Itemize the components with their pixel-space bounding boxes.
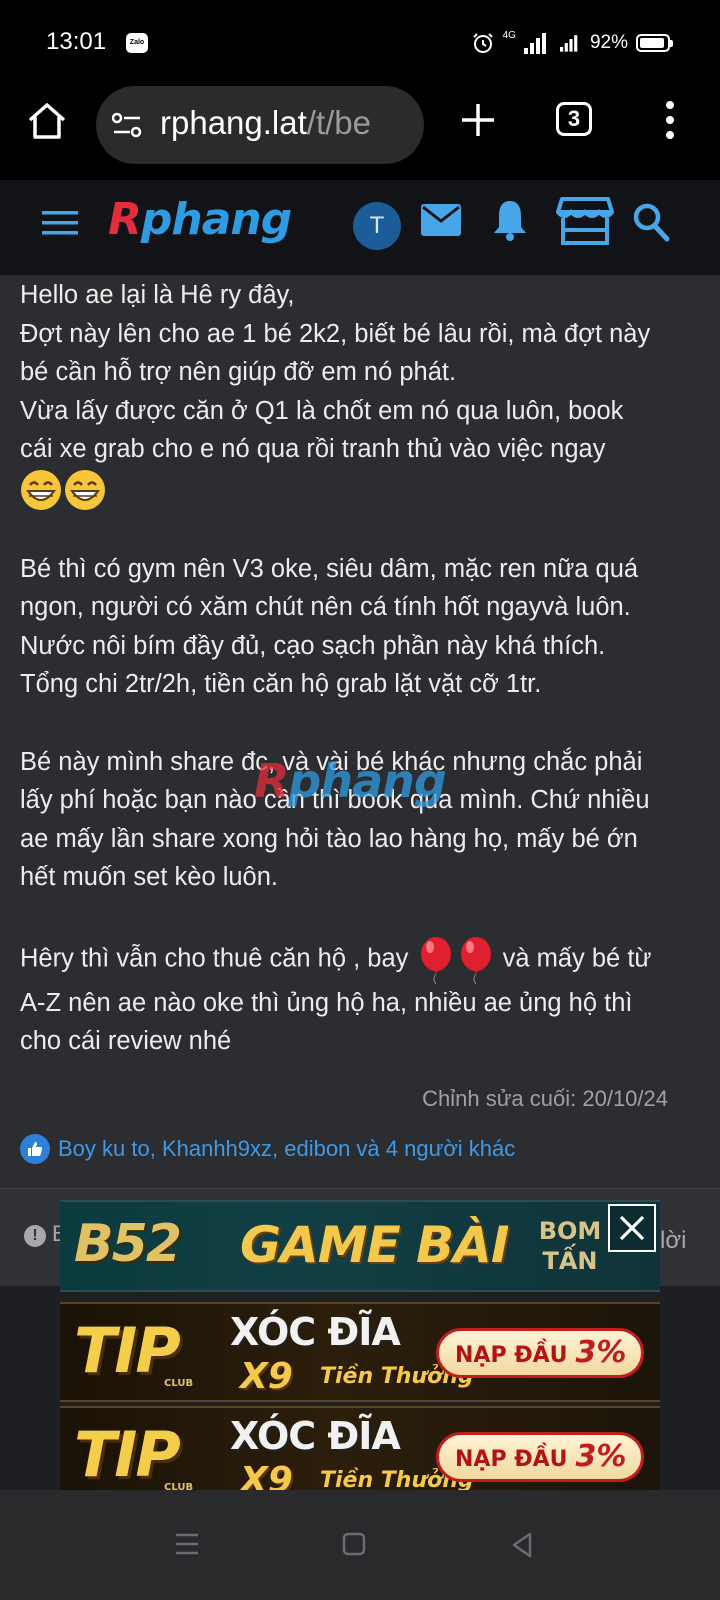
search-icon[interactable] (632, 202, 670, 242)
ad-logo: TIP (74, 1418, 181, 1491)
url-path: /t/be (306, 104, 371, 141)
post-line: bé cần hỗ trợ nên giúp đỡ em nó phát. (20, 358, 457, 386)
battery-percent: 92% (589, 32, 628, 53)
status-indicators: 4G 92% (471, 28, 673, 58)
post-paragraph-2: Bé thì có gym nên V3 oke, siêu dâm, mặc … (20, 550, 708, 704)
status-time: 13:01 (46, 28, 107, 55)
post-line: Vừa lấy được căn ở Q1 là chốt em nó qua … (20, 396, 624, 425)
mail-icon[interactable] (420, 202, 462, 238)
ad-tagline: BOM TẤN (520, 1216, 620, 1276)
watermark-logo: Rphang (254, 754, 447, 808)
close-icon[interactable] (608, 1204, 656, 1252)
post-line-with-emoji: Hêry thì vẫn cho thuê căn hộ , bay và mấ… (20, 936, 708, 984)
ad-title: XÓC ĐĨA (230, 1414, 401, 1458)
recents-icon[interactable] (174, 1532, 200, 1556)
post-text: Hêry thì vẫn cho thuê căn hộ , bay (20, 944, 409, 973)
logo-r: R (108, 194, 142, 245)
reactions-bar[interactable]: Boy ku to, Khanhh9xz, edibon và 4 người … (20, 1134, 515, 1164)
post-line: hết muốn set kèo luôn. (20, 863, 279, 891)
watermark-r: R (254, 754, 289, 808)
logo-rest: phang (140, 194, 292, 245)
balloon-icon (420, 936, 451, 984)
last-edited: Chỉnh sửa cuối: 20/10/24 (422, 1086, 668, 1111)
signal-icon-2 (559, 35, 578, 52)
ad-banner-tip[interactable]: TIP CLUB XÓC ĐĨA X9 Tiền Thưởng NẠP ĐẦU 3… (60, 1302, 660, 1402)
ad-deposit-badge: NẠP ĐẦU 3% (436, 1432, 644, 1482)
grinning-face-icon (65, 469, 105, 510)
grinning-face-icon (21, 469, 61, 510)
post-line: Tổng chi 2tr/2h, tiền căn hộ grab lặt vặ… (20, 670, 542, 698)
back-icon[interactable] (510, 1532, 534, 1558)
home-icon[interactable] (342, 1532, 366, 1556)
site-header: Rphang T (0, 180, 720, 276)
signal-icon (523, 33, 546, 54)
tab-switcher-button[interactable]: 3 (556, 102, 592, 136)
ad-deposit-badge: NẠP ĐẦU 3% (436, 1328, 644, 1378)
report-icon[interactable]: ! (24, 1225, 46, 1247)
bell-icon[interactable] (492, 198, 528, 242)
post-body: Hello ae lại là Hê ry đây, Đợt này lên c… (20, 276, 708, 1100)
network-type: 4G (502, 29, 516, 41)
like-icon (20, 1134, 50, 1164)
alarm-icon (472, 33, 493, 53)
emoji-line (20, 469, 708, 511)
post-line: cái xe grab cho e nó qua rồi tranh thủ v… (20, 435, 606, 463)
url-text[interactable]: rphang.lat/t/be (160, 104, 371, 142)
post-text: và mấy bé từ (502, 944, 652, 973)
post-line: ae mấy lần share xong hỏi tào lao hàng h… (20, 824, 638, 853)
plus-icon[interactable] (458, 100, 498, 140)
browser-toolbar: rphang.lat/t/be 3 (0, 86, 720, 180)
ad-tag-line: BOM (538, 1217, 602, 1245)
ad-banner-b52[interactable]: B52 GAME BÀI BOM TẤN (60, 1200, 660, 1292)
system-nav-bar (0, 1490, 720, 1600)
post-paragraph-4: Hêry thì vẫn cho thuê căn hộ , bay và mấ… (20, 936, 708, 1061)
store-icon[interactable] (556, 196, 614, 246)
ad-badge-text: NẠP ĐẦU (455, 1447, 568, 1472)
ad-logo: B52 (74, 1214, 182, 1274)
post-line: cho cái review nhé (20, 1027, 232, 1055)
home-icon[interactable] (26, 100, 68, 142)
balloon-icon (460, 936, 491, 984)
post-line: A-Z nên ae nào oke thì ủng hộ ha, nhiều … (20, 988, 633, 1017)
url-host: rphang.lat (160, 104, 307, 141)
status-bar: 13:01 Zalo 4G 92% (0, 0, 720, 86)
ad-tag-line: TẤN (542, 1247, 598, 1275)
battery-level (640, 38, 664, 48)
site-logo[interactable]: Rphang (108, 194, 292, 245)
ad-club: CLUB (164, 1378, 194, 1389)
reactions-text[interactable]: Boy ku to, Khanhh9xz, edibon và 4 người … (58, 1136, 515, 1162)
ad-badge-pct: 3% (575, 1439, 627, 1474)
ad-logo: TIP (74, 1314, 181, 1387)
post-line: ngon, người có xăm chút nên cá tính hốt … (20, 593, 631, 621)
post-line: Hello ae lại là Hê ry đây, (20, 281, 295, 309)
ad-badge-text: NẠP ĐẦU (455, 1343, 568, 1368)
site-settings-icon[interactable] (112, 112, 142, 138)
post-paragraph-1: Hello ae lại là Hê ry đây, Đợt này lên c… (20, 276, 708, 511)
watermark-rest: phang (288, 754, 446, 808)
ad-title: XÓC ĐĨA (230, 1310, 401, 1354)
reply-button[interactable]: lời (660, 1227, 686, 1255)
battery-icon (636, 34, 673, 52)
post-line: Bé thì có gym nên V3 oke, siêu dâm, mặc … (20, 554, 639, 583)
post-line: Đợt này lên cho ae 1 bé 2k2, biết bé lâu… (20, 319, 651, 348)
more-vert-icon[interactable] (660, 100, 680, 140)
avatar[interactable]: T (353, 202, 401, 250)
ad-title: GAME BÀI (240, 1216, 509, 1274)
ad-x9: X9 (240, 1356, 293, 1397)
address-bar[interactable]: rphang.lat/t/be (96, 86, 424, 164)
zalo-notification-icon: Zalo (126, 33, 148, 53)
ad-badge-pct: 3% (575, 1335, 627, 1370)
menu-icon[interactable] (40, 208, 80, 238)
post-line: Nước nôi bím đầy đủ, cạo sạch phần này k… (20, 631, 606, 660)
